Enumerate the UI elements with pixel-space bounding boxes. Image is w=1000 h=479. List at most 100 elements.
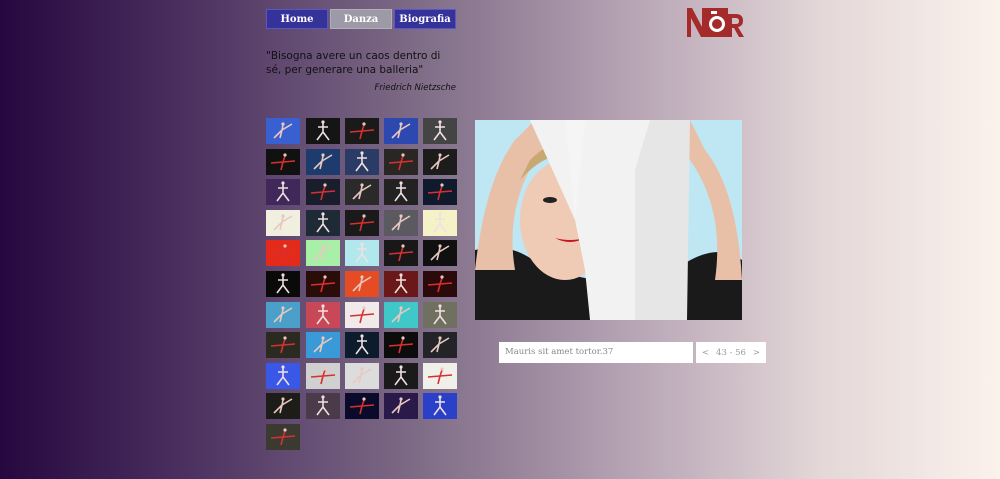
dancer-thumbnail-image bbox=[306, 363, 340, 389]
gallery-thumbnail[interactable] bbox=[423, 179, 457, 205]
gallery-thumbnail[interactable] bbox=[384, 302, 418, 328]
dancer-thumbnail-image bbox=[423, 179, 457, 205]
gallery-thumbnail[interactable] bbox=[345, 363, 379, 389]
dancer-thumbnail-image bbox=[345, 118, 379, 144]
dancer-thumbnail-image bbox=[306, 332, 340, 358]
dancer-thumbnail-image bbox=[384, 363, 418, 389]
dancer-thumbnail-image bbox=[266, 149, 300, 175]
dancer-thumbnail-image bbox=[266, 240, 300, 266]
dancer-thumbnail-image bbox=[345, 240, 379, 266]
gallery-thumbnail[interactable] bbox=[306, 332, 340, 358]
dancer-thumbnail-image bbox=[306, 149, 340, 175]
main-nav: Home Danza Biografia bbox=[266, 9, 456, 29]
pager: < 43 - 56 > bbox=[696, 342, 766, 363]
gallery-thumbnail[interactable] bbox=[384, 210, 418, 236]
dancer-thumbnail-image bbox=[384, 393, 418, 419]
gallery-thumbnail[interactable] bbox=[266, 149, 300, 175]
dancer-thumbnail-image bbox=[266, 424, 300, 450]
gallery-thumbnail[interactable] bbox=[384, 240, 418, 266]
gallery-thumbnail[interactable] bbox=[384, 363, 418, 389]
nor-logo[interactable] bbox=[686, 5, 744, 39]
dancer-thumbnail-image bbox=[345, 271, 379, 297]
gallery-thumbnail[interactable] bbox=[306, 179, 340, 205]
dancer-thumbnail-image bbox=[384, 302, 418, 328]
gallery-thumbnail[interactable] bbox=[345, 302, 379, 328]
gallery-thumbnail[interactable] bbox=[306, 363, 340, 389]
quote-author: Friedrich Nietzsche bbox=[374, 83, 456, 93]
gallery-thumbnail[interactable] bbox=[266, 302, 300, 328]
gallery-thumbnail[interactable] bbox=[345, 332, 379, 358]
gallery-thumbnail[interactable] bbox=[266, 332, 300, 358]
dancer-thumbnail-image bbox=[345, 210, 379, 236]
gallery-thumbnail[interactable] bbox=[384, 118, 418, 144]
gallery-thumbnail[interactable] bbox=[266, 393, 300, 419]
gallery-thumbnail[interactable] bbox=[384, 393, 418, 419]
gallery-thumbnail[interactable] bbox=[423, 210, 457, 236]
gallery-thumbnail[interactable] bbox=[266, 240, 300, 266]
gallery-thumbnail[interactable] bbox=[423, 393, 457, 419]
dancer-thumbnail-image bbox=[266, 271, 300, 297]
gallery-thumbnail[interactable] bbox=[266, 363, 300, 389]
gallery-thumbnail[interactable] bbox=[345, 271, 379, 297]
gallery-thumbnail[interactable] bbox=[306, 118, 340, 144]
gallery-thumbnail[interactable] bbox=[345, 179, 379, 205]
dancer-thumbnail-image bbox=[384, 210, 418, 236]
pager-prev-button[interactable]: < bbox=[702, 348, 709, 358]
dancer-thumbnail-image bbox=[306, 179, 340, 205]
gallery-thumbnail[interactable] bbox=[345, 240, 379, 266]
gallery-thumbnail[interactable] bbox=[384, 149, 418, 175]
gallery-thumbnail[interactable] bbox=[306, 302, 340, 328]
dancer-thumbnail-image bbox=[384, 118, 418, 144]
gallery-thumbnail[interactable] bbox=[423, 302, 457, 328]
caption-field[interactable]: Mauris sit amet tortor.37 bbox=[499, 342, 693, 363]
dancer-thumbnail-image bbox=[306, 271, 340, 297]
gallery-thumbnail[interactable] bbox=[423, 332, 457, 358]
dancer-thumbnail-image bbox=[423, 393, 457, 419]
gallery-thumbnail[interactable] bbox=[384, 271, 418, 297]
gallery-thumbnail[interactable] bbox=[345, 210, 379, 236]
dancer-thumbnail-image bbox=[266, 302, 300, 328]
dancer-thumbnail-image bbox=[306, 302, 340, 328]
dancer-thumbnail-image bbox=[423, 363, 457, 389]
dancer-portrait-image bbox=[475, 120, 742, 320]
nav-biografia-button[interactable]: Biografia bbox=[394, 9, 456, 29]
main-photo[interactable] bbox=[475, 120, 742, 320]
gallery-thumbnail[interactable] bbox=[266, 118, 300, 144]
gallery-thumbnail[interactable] bbox=[384, 179, 418, 205]
gallery-thumbnail[interactable] bbox=[266, 271, 300, 297]
gallery-thumbnail[interactable] bbox=[266, 179, 300, 205]
dancer-thumbnail-image bbox=[345, 393, 379, 419]
dancer-thumbnail-image bbox=[384, 240, 418, 266]
gallery-thumbnail[interactable] bbox=[266, 424, 300, 450]
gallery-thumbnail[interactable] bbox=[306, 149, 340, 175]
gallery-thumbnail[interactable] bbox=[345, 149, 379, 175]
gallery-thumbnail[interactable] bbox=[266, 210, 300, 236]
dancer-thumbnail-image bbox=[266, 210, 300, 236]
gallery-thumbnail[interactable] bbox=[306, 210, 340, 236]
gallery-thumbnail[interactable] bbox=[384, 332, 418, 358]
gallery-thumbnail[interactable] bbox=[306, 240, 340, 266]
dancer-thumbnail-image bbox=[423, 118, 457, 144]
gallery-thumbnail[interactable] bbox=[423, 118, 457, 144]
nav-home-button[interactable]: Home bbox=[266, 9, 328, 29]
gallery-thumbnail[interactable] bbox=[306, 393, 340, 419]
pager-next-button[interactable]: > bbox=[753, 348, 760, 358]
dancer-thumbnail-image bbox=[306, 393, 340, 419]
dancer-thumbnail-image bbox=[423, 210, 457, 236]
dancer-thumbnail-image bbox=[345, 149, 379, 175]
camera-logo-icon bbox=[687, 8, 744, 37]
dancer-thumbnail-image bbox=[423, 271, 457, 297]
gallery-thumbnail[interactable] bbox=[423, 363, 457, 389]
dancer-thumbnail-image bbox=[266, 332, 300, 358]
gallery-thumbnail[interactable] bbox=[306, 271, 340, 297]
dancer-thumbnail-image bbox=[266, 363, 300, 389]
gallery-thumbnail[interactable] bbox=[345, 393, 379, 419]
dancer-thumbnail-image bbox=[384, 332, 418, 358]
gallery-thumbnail[interactable] bbox=[345, 118, 379, 144]
gallery-thumbnail[interactable] bbox=[423, 149, 457, 175]
dancer-thumbnail-image bbox=[345, 363, 379, 389]
gallery-thumbnail[interactable] bbox=[423, 240, 457, 266]
dancer-thumbnail-image bbox=[266, 179, 300, 205]
nav-danza-button[interactable]: Danza bbox=[330, 9, 392, 29]
gallery-thumbnail[interactable] bbox=[423, 271, 457, 297]
